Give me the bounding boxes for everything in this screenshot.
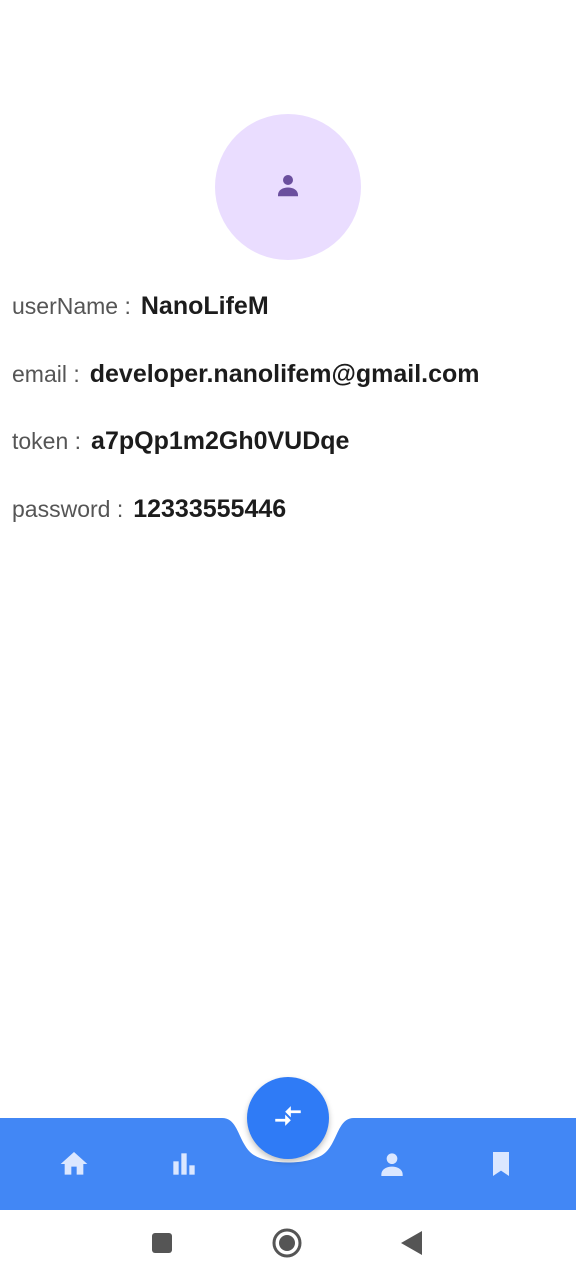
token-value: a7pQp1m2Gh0VUDqe (91, 427, 350, 455)
home-icon (58, 1148, 90, 1185)
system-home-button[interactable] (270, 1228, 304, 1262)
profile-screen: userName : NanoLifeM email : developer.n… (0, 0, 576, 1280)
email-row: email : developer.nanolifem@gmail.com (12, 360, 480, 389)
compress-arrows-icon (271, 1099, 305, 1138)
token-label: token : (12, 428, 82, 454)
password-value: 12333555446 (133, 495, 287, 523)
nav-stats-button[interactable] (164, 1146, 204, 1186)
back-triangle-icon (398, 1229, 424, 1262)
token-row: token : a7pQp1m2Gh0VUDqe (12, 427, 349, 456)
system-navigation-bar (0, 1210, 576, 1280)
nav-home-button[interactable] (54, 1146, 94, 1186)
password-row: password : 12333555446 (12, 495, 286, 524)
username-row: userName : NanoLifeM (12, 292, 269, 321)
nav-profile-button[interactable] (372, 1146, 412, 1186)
home-circle-icon (271, 1227, 303, 1264)
bookmark-icon (485, 1148, 517, 1185)
bar-chart-icon (168, 1148, 200, 1185)
person-icon (273, 170, 303, 205)
avatar (215, 114, 361, 260)
email-label: email : (12, 361, 80, 387)
person-icon (376, 1148, 408, 1185)
nav-bookmark-button[interactable] (481, 1146, 521, 1186)
username-label: userName : (12, 293, 131, 319)
recents-icon (150, 1231, 174, 1260)
system-back-button[interactable] (394, 1228, 428, 1262)
switch-fab-button[interactable] (247, 1077, 329, 1159)
system-recents-button[interactable] (145, 1228, 179, 1262)
password-label: password : (12, 496, 124, 522)
email-value: developer.nanolifem@gmail.com (89, 360, 480, 388)
username-value: NanoLifeM (140, 292, 269, 320)
